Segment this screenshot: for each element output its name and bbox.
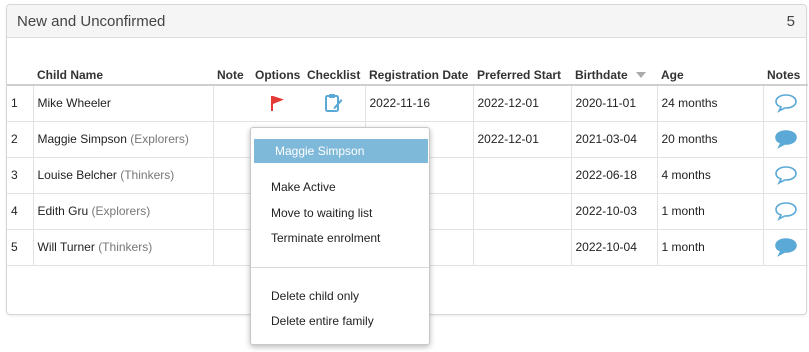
birthdate-cell: 2021-03-04 [570,121,657,158]
menu-item-delete-entire-family[interactable]: Delete entire family [271,314,374,328]
flag-icon [271,96,284,112]
panel-count: 5 [786,13,795,30]
col-notes: Notes [763,65,808,86]
preferred-start-cell: 2022-12-01 [472,85,571,122]
child-name[interactable]: Edith Gru [38,204,89,218]
preferred-start-cell [472,193,571,230]
col-checklist: Checklist [303,65,365,86]
col-child-name[interactable]: Child Name [33,65,213,86]
note-cell [212,85,251,122]
child-name[interactable]: Mike Wheeler [38,96,111,110]
menu-item-delete-child-only[interactable]: Delete child only [271,289,359,303]
notes-cell[interactable] [762,157,808,194]
menu-item-move-to-waiting-list[interactable]: Move to waiting list [271,206,372,220]
note-cell [212,157,251,194]
menu-item-terminate-enrolment[interactable]: Terminate enrolment [271,231,380,245]
child-name-cell[interactable]: Will Turner (Thinkers) [32,229,213,266]
checklist-edit-icon [324,94,343,113]
menu-separator [251,267,429,268]
age-cell: 20 months [656,121,763,158]
col-birthdate[interactable]: Birthdate [571,65,657,86]
speech-bubble-icon[interactable] [774,201,798,221]
preferred-start-cell [472,157,571,194]
age-cell: 1 month [656,229,763,266]
col-note: Note [213,65,251,86]
child-name-cell[interactable]: Edith Gru (Explorers) [32,193,213,230]
child-name[interactable]: Will Turner [38,240,95,254]
menu-item-make-active[interactable]: Make Active [271,180,336,194]
sort-desc-icon [635,72,646,79]
child-name[interactable]: Louise Belcher [38,168,117,182]
preferred-start-cell: 2022-12-01 [472,121,571,158]
child-name-cell[interactable]: Maggie Simpson (Explorers) [32,121,213,158]
speech-bubble-icon[interactable] [774,129,798,149]
child-group: (Explorers) [91,204,151,218]
row-number: 4 [7,193,33,230]
table-row[interactable]: 1 Mike Wheeler 2022-11-16 2022-12-01 202… [7,85,808,122]
age-cell: 4 months [656,157,763,194]
options-context-menu: Maggie Simpson Make Active Move to waiti… [250,127,430,345]
speech-bubble-icon[interactable] [774,93,798,114]
col-birthdate-label: Birthdate [575,67,628,82]
notes-cell[interactable] [762,193,808,230]
row-number: 2 [7,121,33,158]
col-options: Options [251,65,303,86]
birthdate-cell: 2022-06-18 [570,157,657,194]
note-cell [212,193,251,230]
child-group: (Thinkers) [98,240,153,254]
birthdate-cell: 2020-11-01 [570,85,657,122]
col-age[interactable]: Age [657,65,763,86]
row-number: 5 [7,229,33,266]
notes-cell[interactable] [762,85,808,122]
child-name-cell[interactable]: Louise Belcher (Thinkers) [32,157,213,194]
birthdate-cell: 2022-10-04 [570,229,657,266]
panel-header: New and Unconfirmed 5 [7,5,806,38]
notes-cell[interactable] [762,121,808,158]
options-cell[interactable] [251,85,303,122]
col-registration-date[interactable]: Registration Date [365,65,473,86]
child-group: (Thinkers) [120,168,175,182]
row-number: 3 [7,157,33,194]
col-number [7,65,33,86]
note-cell [212,121,251,158]
row-number: 1 [7,85,33,122]
speech-bubble-icon[interactable] [774,237,798,257]
child-name[interactable]: Maggie Simpson [38,132,127,146]
checklist-cell[interactable] [303,85,365,122]
preferred-start-cell [472,229,571,266]
table-header-row: Child Name Note Options Checklist Regist… [7,65,808,86]
note-cell [212,229,251,266]
notes-cell[interactable] [762,229,808,266]
child-group: (Explorers) [130,132,189,146]
speech-bubble-icon[interactable] [774,165,798,185]
age-cell: 24 months [656,85,763,122]
child-name-cell[interactable]: Mike Wheeler [32,85,213,122]
col-preferred-start[interactable]: Preferred Start [473,65,571,86]
age-cell: 1 month [656,193,763,230]
registration-date-cell: 2022-11-16 [364,85,473,122]
menu-header: Maggie Simpson [254,139,428,163]
panel-title: New and Unconfirmed [17,13,166,30]
birthdate-cell: 2022-10-03 [570,193,657,230]
